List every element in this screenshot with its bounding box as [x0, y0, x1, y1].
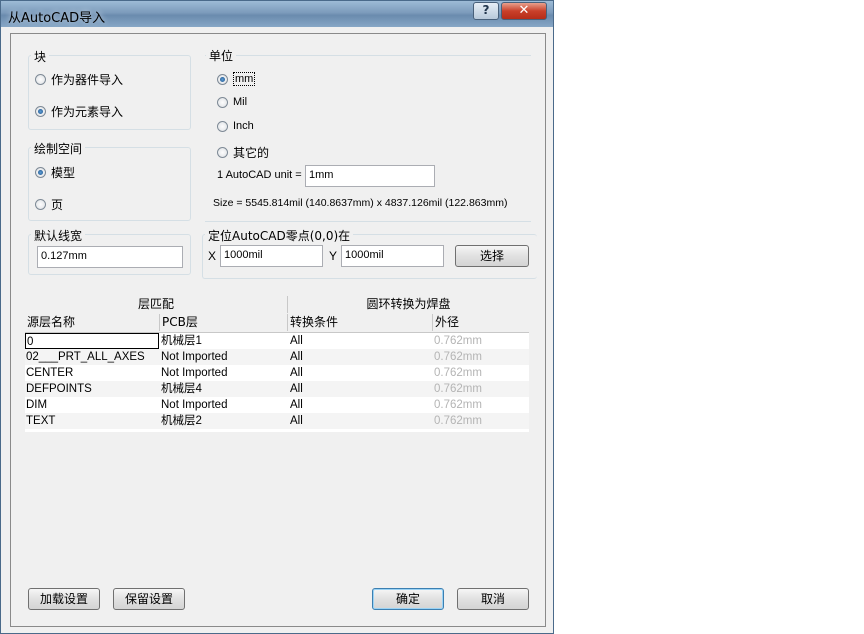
- source-layer-cell[interactable]: 02___PRT_ALL_AXES: [25, 349, 159, 365]
- group-header-ring-to-pad: 圆环转换为焊盘: [366, 297, 451, 311]
- pcb-layer-cell[interactable]: Not Imported: [161, 365, 287, 381]
- radio-unit-mm[interactable]: mm: [217, 72, 256, 86]
- units-group-bottom: [205, 221, 531, 222]
- close-button[interactable]: ✕: [501, 2, 547, 20]
- outer-diameter-cell[interactable]: 0.762mm: [434, 381, 529, 397]
- drawing-size-text: Size = 5545.814mil (140.8637mm) x 4837.1…: [213, 197, 508, 209]
- table-row[interactable]: 02___PRT_ALL_AXES Not Imported All 0.762mm: [25, 349, 529, 365]
- table-group-header: 层匹配 圆环转换为焊盘: [25, 296, 529, 315]
- outer-diameter-cell[interactable]: 0.762mm: [434, 365, 529, 381]
- origin-x-input[interactable]: 1000mil: [220, 245, 323, 267]
- radio-label: Inch: [233, 120, 254, 132]
- units-group-title: 单位: [206, 47, 237, 64]
- column-header-outer-diameter[interactable]: 外径: [433, 314, 529, 331]
- radio-circle-icon: [217, 73, 228, 85]
- radio-unit-other[interactable]: 其它的: [217, 144, 269, 161]
- unit-conversion-label: 1 AutoCAD unit =: [217, 169, 302, 181]
- radio-circle-icon: [217, 120, 228, 132]
- radio-label: 作为器件导入: [51, 73, 124, 87]
- table-row[interactable]: TEXT 机械层2 All 0.762mm: [25, 413, 529, 429]
- unit-conversion-input[interactable]: 1mm: [305, 165, 435, 187]
- radio-unit-mil[interactable]: Mil: [217, 96, 247, 108]
- pcb-layer-cell[interactable]: Not Imported: [161, 349, 287, 365]
- ok-button[interactable]: 确定: [372, 588, 444, 610]
- radio-label: Mil: [233, 96, 248, 108]
- pcb-layer-cell[interactable]: 机械层1: [161, 333, 287, 349]
- column-header-condition[interactable]: 转换条件: [288, 314, 433, 331]
- origin-y-label: Y: [329, 249, 338, 263]
- outer-diameter-cell[interactable]: 0.762mm: [434, 349, 529, 365]
- pcb-layer-cell[interactable]: 机械层4: [161, 381, 287, 397]
- radio-label: mm: [233, 72, 256, 86]
- radio-model-space[interactable]: 模型: [35, 164, 75, 181]
- units-group-border: [205, 55, 531, 56]
- radio-circle-icon: [217, 96, 228, 108]
- layer-mapping-table[interactable]: 层匹配 圆环转换为焊盘 源层名称 PCB层 转换条件 外径 0 机械层1 All 0.…: [25, 296, 529, 432]
- table-row[interactable]: DIM Not Imported All 0.762mm: [25, 397, 529, 413]
- source-layer-cell[interactable]: TEXT: [25, 413, 159, 429]
- group-header-layer-match: 层匹配: [25, 296, 288, 313]
- default-width-input[interactable]: 0.127mm: [37, 246, 183, 268]
- origin-group: 定位AutoCAD零点(0,0)在 X 1000mil Y 1000mil 选择: [202, 227, 537, 279]
- block-group: 块 作为器件导入 作为元素导入: [28, 48, 191, 130]
- radio-circle-icon: [35, 167, 46, 178]
- table-row[interactable]: CENTER Not Imported All 0.762mm: [25, 365, 529, 381]
- condition-cell[interactable]: All: [290, 349, 432, 365]
- window-title: 从AutoCAD导入: [8, 11, 106, 26]
- outer-diameter-cell[interactable]: 0.762mm: [434, 413, 529, 429]
- origin-x-label: X: [208, 249, 217, 263]
- source-layer-cell[interactable]: CENTER: [25, 365, 159, 381]
- radio-unit-inch[interactable]: Inch: [217, 120, 254, 132]
- column-header-pcb-layer[interactable]: PCB层: [160, 314, 288, 331]
- radio-paper-space[interactable]: 页: [35, 196, 63, 213]
- title-bar[interactable]: 从AutoCAD导入 ? ✕: [1, 1, 553, 27]
- origin-group-title: 定位AutoCAD零点(0,0)在: [205, 227, 354, 244]
- source-layer-cell[interactable]: DEFPOINTS: [25, 381, 159, 397]
- radio-circle-icon: [35, 199, 46, 210]
- radio-import-as-component[interactable]: 作为器件导入: [35, 71, 123, 88]
- table-column-header: 源层名称 PCB层 转换条件 外径: [25, 314, 529, 333]
- cancel-button[interactable]: 取消: [457, 588, 529, 610]
- outer-diameter-cell[interactable]: 0.762mm: [434, 333, 529, 349]
- condition-cell[interactable]: All: [290, 333, 432, 349]
- table-row[interactable]: DEFPOINTS 机械层4 All 0.762mm: [25, 381, 529, 397]
- origin-y-input[interactable]: 1000mil: [341, 245, 444, 267]
- radio-circle-icon: [217, 147, 228, 158]
- radio-label: 页: [51, 198, 64, 212]
- radio-label: 作为元素导入: [51, 105, 124, 119]
- load-settings-button[interactable]: 加载设置: [28, 588, 100, 610]
- pcb-layer-cell[interactable]: 机械层2: [161, 413, 287, 429]
- select-origin-button[interactable]: 选择: [455, 245, 529, 267]
- default-width-group: 默认线宽 0.127mm: [28, 227, 191, 275]
- save-settings-button[interactable]: 保留设置: [113, 588, 185, 610]
- radio-label: 其它的: [233, 146, 270, 160]
- default-width-group-title: 默认线宽: [31, 227, 86, 244]
- pcb-layer-cell[interactable]: Not Imported: [161, 397, 287, 413]
- draw-space-group: 绘制空间 模型 页: [28, 140, 191, 221]
- radio-circle-icon: [35, 106, 46, 117]
- condition-cell[interactable]: All: [290, 413, 432, 429]
- condition-cell[interactable]: All: [290, 381, 432, 397]
- condition-cell[interactable]: All: [290, 397, 432, 413]
- block-group-title: 块: [31, 48, 50, 65]
- source-layer-cell[interactable]: 0: [25, 333, 159, 349]
- table-row[interactable]: 0 机械层1 All 0.762mm: [25, 333, 529, 349]
- help-button[interactable]: ?: [473, 2, 499, 20]
- source-layer-cell[interactable]: DIM: [25, 397, 159, 413]
- radio-import-as-primitive[interactable]: 作为元素导入: [35, 103, 123, 120]
- column-header-source-layer[interactable]: 源层名称: [25, 314, 160, 331]
- draw-space-group-title: 绘制空间: [31, 140, 86, 157]
- radio-circle-icon: [35, 74, 46, 85]
- outer-diameter-cell[interactable]: 0.762mm: [434, 397, 529, 413]
- condition-cell[interactable]: All: [290, 365, 432, 381]
- radio-label: 模型: [51, 166, 76, 180]
